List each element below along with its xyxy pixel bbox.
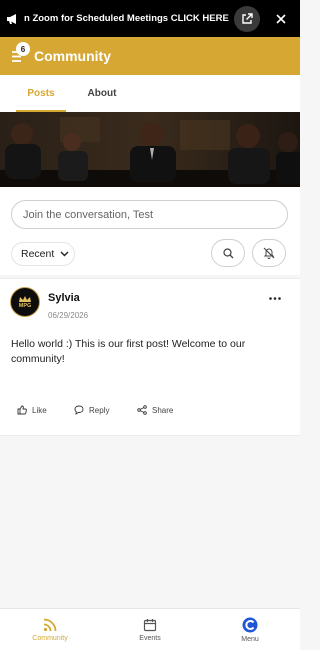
menu-button[interactable]: 6 bbox=[8, 42, 30, 67]
search-icon bbox=[222, 247, 233, 258]
post-body: Hello world :) This is our first post! W… bbox=[11, 338, 246, 365]
megaphone-icon bbox=[0, 13, 22, 25]
composer-section: Join the conversation, Test Recent bbox=[0, 187, 300, 275]
announcement-bar[interactable]: n Zoom for Scheduled Meetings CLICK HERE bbox=[0, 0, 300, 37]
bottom-navigation: Community Events Menu bbox=[0, 608, 300, 650]
share-label: Share bbox=[152, 405, 174, 415]
post-author[interactable]: Sylvia bbox=[48, 292, 80, 304]
nav-menu-label: Menu bbox=[241, 635, 259, 643]
avatar[interactable]: MPG bbox=[10, 287, 40, 317]
share-button[interactable]: Share bbox=[137, 402, 173, 418]
tab-bar: Posts About bbox=[0, 75, 300, 112]
page-title: Community bbox=[34, 48, 111, 64]
tab-posts[interactable]: Posts bbox=[16, 75, 66, 112]
sort-label: Recent bbox=[21, 248, 55, 260]
more-options-icon[interactable] bbox=[267, 293, 283, 303]
close-icon[interactable] bbox=[274, 13, 288, 24]
nav-events[interactable]: Events bbox=[100, 609, 200, 650]
rss-icon bbox=[43, 618, 57, 631]
post-date: 06/29/2026 bbox=[48, 311, 89, 320]
community-banner-image bbox=[0, 112, 300, 187]
like-label: Like bbox=[32, 405, 47, 415]
conversation-input[interactable]: Join the conversation, Test bbox=[11, 200, 288, 229]
search-button[interactable] bbox=[211, 239, 245, 267]
post-card: MPG Sylvia 06/29/2026 Hello world :) Thi… bbox=[0, 278, 300, 436]
chevron-down-icon bbox=[60, 251, 69, 257]
mute-notifications-button[interactable] bbox=[252, 239, 286, 267]
external-link-icon[interactable] bbox=[234, 5, 260, 32]
thumbs-up-icon bbox=[17, 405, 27, 415]
notification-badge: 6 bbox=[16, 42, 30, 56]
nav-menu[interactable]: Menu bbox=[200, 609, 300, 650]
sort-dropdown[interactable]: Recent bbox=[11, 242, 75, 266]
nav-community-label: Community bbox=[32, 634, 68, 642]
bell-off-icon bbox=[263, 247, 275, 259]
calendar-icon bbox=[143, 618, 157, 631]
app-logo-icon bbox=[242, 617, 258, 632]
post-actions: Like Reply Share bbox=[0, 402, 300, 418]
tab-about[interactable]: About bbox=[80, 75, 124, 112]
comment-icon bbox=[74, 405, 84, 415]
announcement-text[interactable]: n Zoom for Scheduled Meetings CLICK HERE bbox=[22, 13, 234, 24]
share-icon bbox=[137, 405, 147, 415]
app-header: 6 Community bbox=[0, 37, 300, 75]
nav-events-label: Events bbox=[139, 634, 161, 642]
nav-community[interactable]: Community bbox=[0, 609, 100, 650]
like-button[interactable]: Like bbox=[17, 402, 47, 418]
avatar-logo-text: MPG bbox=[18, 303, 32, 309]
reply-button[interactable]: Reply bbox=[74, 402, 109, 418]
reply-label: Reply bbox=[89, 405, 110, 415]
crown-logo-icon bbox=[19, 296, 31, 302]
